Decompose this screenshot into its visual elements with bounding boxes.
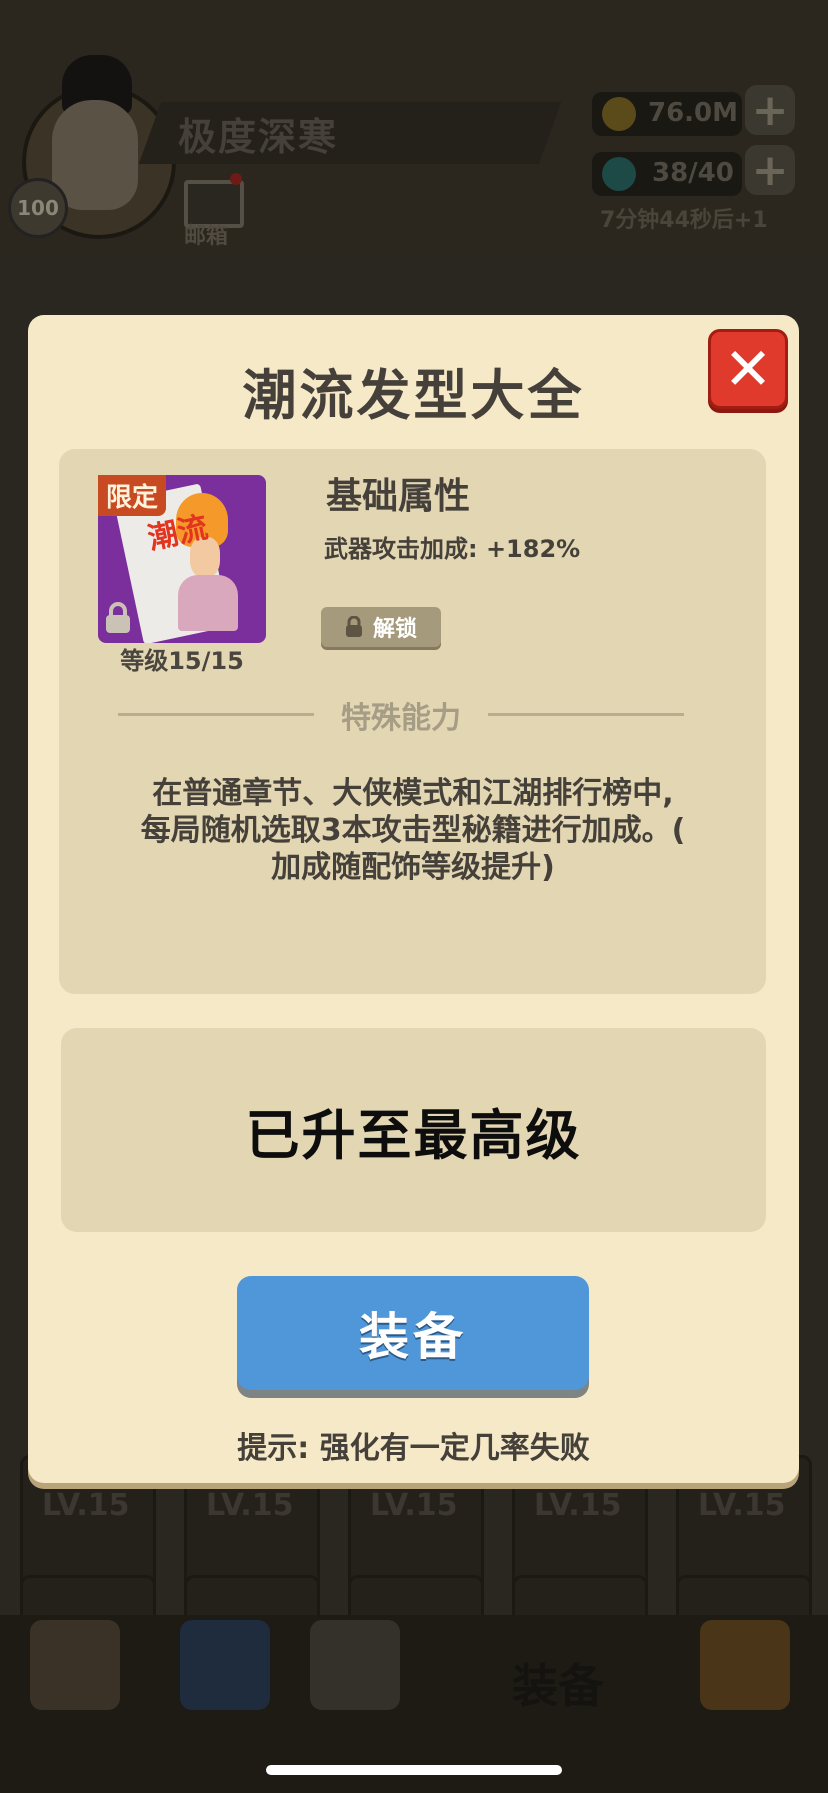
limited-badge: 限定 [98, 475, 167, 516]
max-level-panel: 已升至最高级 [61, 1028, 766, 1232]
desc-line: 在普通章节、大侠模式和江湖排行榜中, [152, 776, 674, 811]
equip-button[interactable]: 装备 [237, 1276, 589, 1390]
close-icon: ✕ [723, 335, 773, 403]
base-attr-title: 基础属性 [326, 476, 471, 517]
close-button[interactable]: ✕ [708, 329, 788, 409]
bg-item-level: LV.15 [42, 1488, 130, 1523]
home-indicator[interactable] [266, 1765, 562, 1775]
desc-line: 每局随机选取3本攻击型秘籍进行加成。( [140, 813, 686, 848]
lock-icon [345, 616, 362, 637]
add-stamina-button: + [745, 145, 795, 196]
hint-text: 提示: 强化有一定几率失败 [237, 1431, 590, 1466]
dialog-title: 潮流发型大全 [242, 364, 585, 427]
item-level: 等级15/15 [120, 647, 244, 675]
unlock-button[interactable]: 解锁 [321, 607, 441, 647]
body-art [178, 575, 238, 631]
avatar-face [52, 100, 138, 210]
stamina-amount: 38/40 [652, 158, 734, 188]
gem-icon [602, 157, 636, 191]
swords-icon [310, 1620, 400, 1710]
stamina-timer: 7分钟44秒后+1 [600, 208, 768, 233]
bg-item-level: LV.15 [206, 1488, 294, 1523]
divider [118, 713, 314, 716]
unlock-label: 解锁 [372, 617, 417, 642]
book-icon [180, 1620, 270, 1710]
desc-line: 加成随配饰等级提升) [271, 850, 555, 885]
player-name: 极度深寒 [178, 115, 339, 159]
bg-item-level: LV.15 [698, 1488, 786, 1523]
bg-item-level: LV.15 [534, 1488, 622, 1523]
scroll-icon [30, 1620, 120, 1710]
gold-amount: 76.0M [648, 98, 739, 128]
shop-icon [700, 1620, 790, 1710]
mail-label: 邮箱 [184, 224, 229, 249]
coin-icon [602, 97, 636, 131]
mail-notification-dot [230, 173, 242, 185]
special-ability-description: 在普通章节、大侠模式和江湖排行榜中, 每局随机选取3本攻击型秘籍进行加成。( 加… [88, 775, 738, 886]
special-ability-title: 特殊能力 [341, 701, 461, 736]
player-level-badge: 100 [8, 178, 68, 238]
bg-item-level: LV.15 [370, 1488, 458, 1523]
item-detail-dialog: 潮流发型大全 ✕ 潮流 限定 等级15/15 基础属性 武器攻击加成: +182… [28, 315, 799, 1483]
add-gold-button: + [745, 85, 795, 136]
base-attr-value: 武器攻击加成: +182% [324, 535, 581, 563]
max-level-text: 已升至最高级 [245, 1103, 582, 1167]
nav-equip-label: 装备 [512, 1659, 604, 1713]
divider [488, 713, 684, 716]
lock-icon [106, 602, 130, 633]
